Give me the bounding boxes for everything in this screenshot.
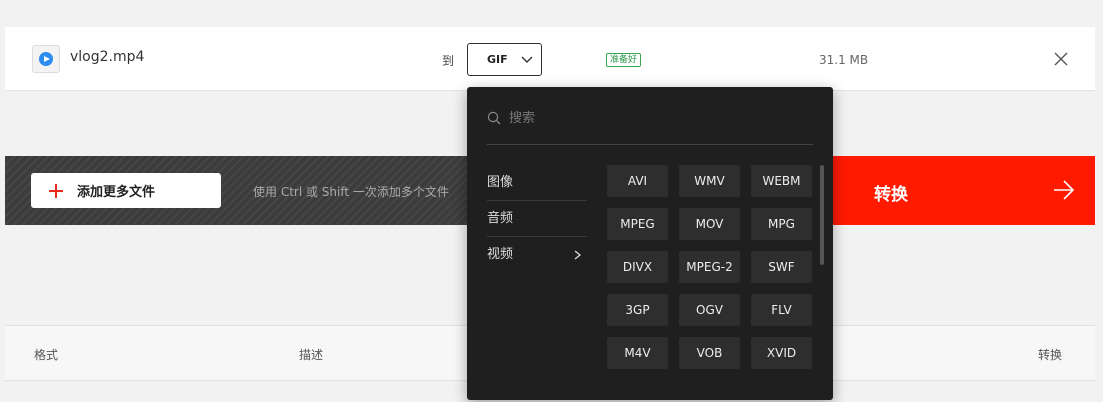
category-label: 图像 <box>487 175 514 190</box>
search-icon <box>487 111 501 125</box>
category-image[interactable]: 图像 <box>487 165 587 201</box>
column-header-format: 格式 <box>34 348 59 362</box>
search-input[interactable] <box>509 109 799 127</box>
format-option[interactable]: DIVX <box>607 251 668 283</box>
format-dropdown: 图像 音频 视频 AVI WMV WEBM MPEG MOV MPG DIVX … <box>467 87 833 400</box>
close-icon[interactable] <box>1054 52 1068 66</box>
format-option[interactable]: AVI <box>607 165 668 197</box>
convert-button[interactable]: 转换 <box>831 156 1095 225</box>
plus-icon <box>49 183 63 198</box>
file-name: vlog2.mp4 <box>70 49 145 65</box>
format-option[interactable]: FLV <box>751 294 812 326</box>
format-option[interactable]: OGV <box>679 294 740 326</box>
file-size: 31.1 MB <box>819 53 869 67</box>
format-grid: AVI WMV WEBM MPEG MOV MPG DIVX MPEG-2 SW… <box>607 165 813 369</box>
status-badge: 准备好 <box>606 53 642 67</box>
column-header-description: 描述 <box>299 348 324 362</box>
chevron-right-icon <box>574 250 581 260</box>
format-option[interactable]: SWF <box>751 251 812 283</box>
play-icon <box>39 52 53 66</box>
file-row: vlog2.mp4 到 GIF 准备好 31.1 MB <box>5 27 1095 91</box>
category-audio[interactable]: 音频 <box>487 201 587 237</box>
add-files-label: 添加更多文件 <box>77 185 156 200</box>
format-option[interactable]: MOV <box>679 208 740 240</box>
format-option[interactable]: XVID <box>751 337 812 369</box>
multi-select-hint: 使用 Ctrl 或 Shift 一次添加多个文件 <box>253 185 449 199</box>
format-select-value: GIF <box>487 53 508 66</box>
format-option[interactable]: WMV <box>679 165 740 197</box>
format-option[interactable]: MPEG-2 <box>679 251 740 283</box>
convert-label: 转换 <box>874 185 908 205</box>
search-row <box>487 107 813 145</box>
chevron-down-icon <box>521 56 533 63</box>
arrow-right-icon <box>1054 180 1075 200</box>
video-file-icon <box>32 45 60 73</box>
format-select[interactable]: GIF <box>467 43 542 76</box>
category-video[interactable]: 视频 <box>487 237 587 273</box>
add-files-button[interactable]: 添加更多文件 <box>31 173 221 208</box>
format-option[interactable]: MPG <box>751 208 812 240</box>
category-label: 音频 <box>487 211 514 226</box>
category-list: 图像 音频 视频 <box>487 165 587 273</box>
format-option[interactable]: M4V <box>607 337 668 369</box>
category-label: 视频 <box>487 247 514 262</box>
to-label: 到 <box>442 54 455 68</box>
format-option[interactable]: MPEG <box>607 208 668 240</box>
format-option[interactable]: WEBM <box>751 165 812 197</box>
format-option[interactable]: VOB <box>679 337 740 369</box>
column-header-convert: 转换 <box>1038 348 1063 362</box>
dropdown-scrollbar[interactable] <box>820 165 824 265</box>
format-option[interactable]: 3GP <box>607 294 668 326</box>
